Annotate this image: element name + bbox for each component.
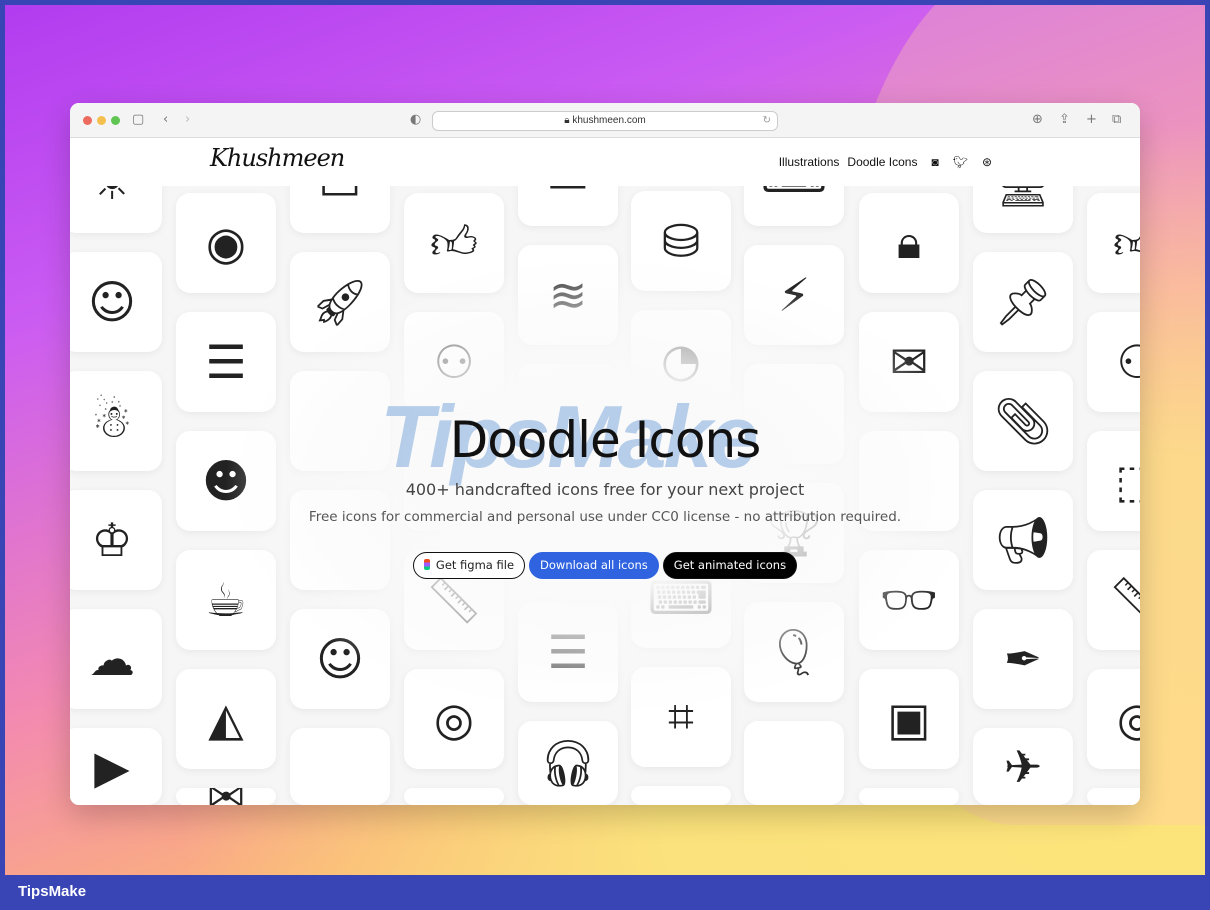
subtitle: 400+ handcrafted icons free for your nex…: [405, 480, 805, 499]
new-tab-icon[interactable]: +: [1086, 112, 1097, 127]
footer-bar: TipsMake: [0, 875, 1210, 910]
address-bar[interactable]: 🔒︎ khushmeen.com ↻: [432, 111, 778, 131]
icon-grid: ◎📏︎⬚⚇👍︎✈✒📢︎📎︎📌︎🖥︎▣👓︎✉🔒︎🎈︎🏆︎⚡︎⌨⌗⌨◔⛁🎧︎☰≋▭◎…: [70, 186, 1140, 805]
site-logo[interactable]: Khushmeen: [210, 144, 345, 172]
figma-icon: [423, 559, 430, 570]
sidebar-icon[interactable]: ▢: [132, 112, 144, 127]
download-icon[interactable]: ⊕: [1032, 112, 1043, 127]
dribbble-icon[interactable]: ⊛: [982, 155, 992, 169]
get-animated-button[interactable]: Get animated icons: [662, 552, 798, 579]
description: Free icons for commercial and personal u…: [308, 509, 902, 525]
get-figma-button[interactable]: Get figma file: [412, 552, 526, 579]
forward-icon[interactable]: ›: [185, 112, 190, 127]
back-icon[interactable]: ‹: [163, 112, 168, 127]
browser-toolbar: ▢ ‹ › ◐ 🔒︎ khushmeen.com ↻ ⊕ ⇪ + ⧉: [70, 103, 1140, 138]
nav-doodle-icons[interactable]: Doodle Icons: [847, 155, 917, 169]
shield-icon[interactable]: ◐: [410, 112, 421, 127]
page-title: Doodle Icons: [449, 411, 762, 469]
minimize-button[interactable]: [97, 116, 106, 125]
download-all-button[interactable]: Download all icons: [529, 552, 659, 579]
close-button[interactable]: [83, 116, 92, 125]
button-label: Get figma file: [435, 558, 515, 572]
twitter-icon[interactable]: 🐦︎: [953, 155, 968, 169]
nav-illustrations[interactable]: Illustrations: [779, 155, 840, 169]
share-icon[interactable]: ⇪: [1059, 112, 1070, 127]
maximize-button[interactable]: [111, 116, 120, 125]
reload-icon[interactable]: ↻: [763, 112, 771, 130]
site-header: Khushmeen Illustrations Doodle Icons ◙ 🐦…: [70, 138, 1140, 186]
tabs-overview-icon[interactable]: ⧉: [1112, 112, 1121, 127]
url-text: khushmeen.com: [572, 115, 646, 126]
footer-brand: TipsMake: [18, 883, 87, 900]
instagram-icon[interactable]: ◙: [931, 155, 938, 169]
browser-window: ▢ ‹ › ◐ 🔒︎ khushmeen.com ↻ ⊕ ⇪ + ⧉ Khushm…: [70, 103, 1140, 805]
